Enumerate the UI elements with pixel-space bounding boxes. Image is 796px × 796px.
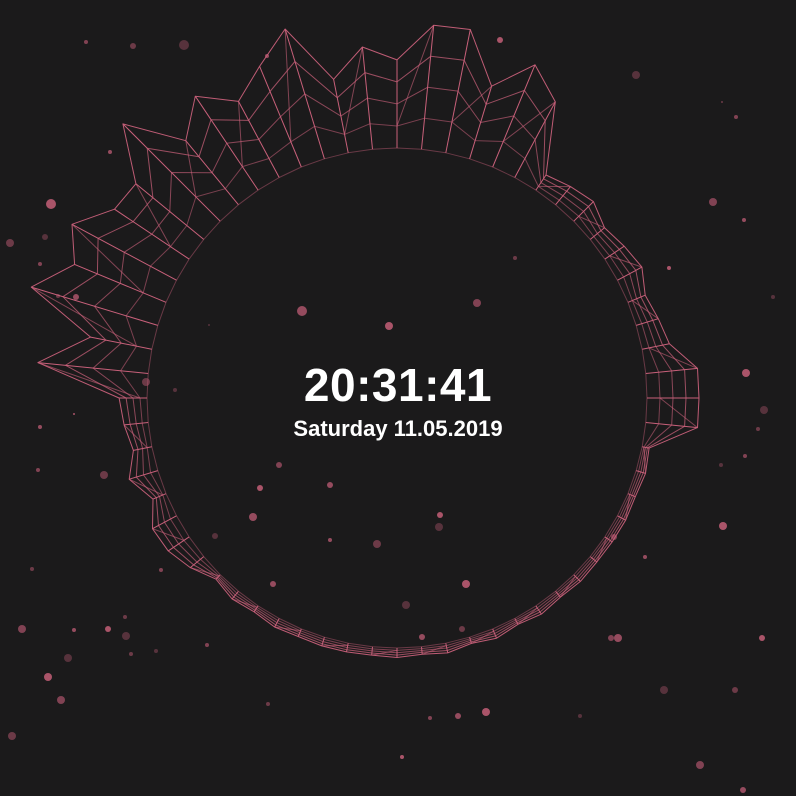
wave-ring-spoke	[469, 86, 493, 159]
wave-ring-spoke	[74, 263, 167, 303]
wave-ring-layer	[62, 55, 687, 656]
wave-ring-spoke	[361, 46, 373, 150]
wave-ring-spoke	[636, 318, 659, 326]
wave-ring-spoke	[71, 223, 177, 281]
wave-ring-spoke	[194, 95, 259, 191]
wave-ring-brace	[135, 183, 171, 247]
wave-ring-spoke	[371, 646, 373, 656]
wave-ring-spoke	[90, 336, 152, 350]
wave-ring-spoke	[135, 183, 205, 240]
wave-ring-spoke	[589, 227, 605, 240]
wave-ring-brace	[31, 286, 137, 347]
wallpaper-canvas: 20:31:41 Saturday 11.05.2019	[0, 0, 796, 796]
wave-ring-brace	[344, 46, 363, 135]
wave-ring-spoke	[421, 646, 423, 655]
wave-ring-spoke	[31, 286, 158, 326]
wave-ring-layer	[30, 24, 700, 658]
wave-ring-brace	[396, 25, 435, 127]
clock-time: 20:31:41	[303, 359, 493, 411]
wave-ring-brace	[71, 223, 144, 294]
wave-ring-brace	[238, 101, 243, 167]
wave-ring-spoke	[514, 101, 556, 178]
wave-ring-brace	[321, 644, 348, 647]
clock-date: Saturday 11.05.2019	[293, 416, 503, 441]
wave-ring-spoke	[421, 25, 435, 150]
